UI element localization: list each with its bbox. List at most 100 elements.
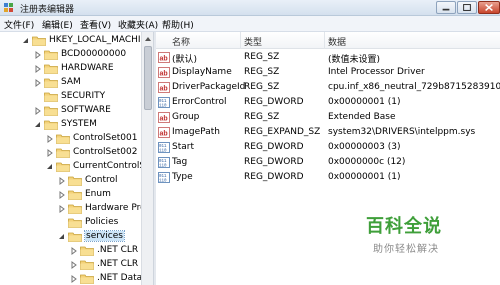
binary-value-icon: 011110 [158, 142, 170, 153]
tree-node-label: .NET CLR Da [97, 245, 141, 255]
folder-icon [44, 120, 58, 130]
folder-icon [68, 232, 82, 242]
string-value-icon: ab [158, 67, 170, 78]
tree-node-label: CurrentControlSet [73, 161, 141, 171]
value-type: REG_SZ [244, 82, 280, 92]
value-row[interactable]: 011 110 Tag REG_DWORD 0x0000000c (12) [156, 156, 500, 170]
tree-node-label: SECURITY [61, 91, 106, 101]
collapsed-arrow-icon[interactable] [58, 177, 66, 185]
collapsed-arrow-icon[interactable] [58, 205, 66, 213]
minimize-button[interactable] [436, 1, 456, 14]
string-value-icon: ab [158, 82, 170, 93]
menu-bar: 文件(F) 编辑(E) 查看(V) 收藏夹(A) 帮助(H) [0, 16, 500, 32]
watermark-subtitle: 助你轻松解决 [373, 244, 439, 255]
close-button[interactable] [478, 1, 500, 14]
collapsed-arrow-icon[interactable] [70, 247, 78, 255]
minimize-icon [442, 8, 450, 11]
list-header: 名称 类型 数据 [156, 32, 500, 49]
value-data: 0x00000001 (1) [328, 172, 401, 182]
value-row[interactable]: 011 110 Start REG_DWORD 0x00000003 (3) [156, 141, 500, 155]
svg-text:ab: ab [160, 56, 168, 63]
value-type: REG_DWORD [244, 142, 304, 152]
scroll-up-icon[interactable] [143, 34, 153, 44]
expanded-arrow-icon[interactable] [46, 163, 54, 171]
value-data: 0x0000000c (12) [328, 157, 406, 167]
folder-icon [32, 36, 46, 46]
menu-view[interactable]: 查看(V) [80, 18, 111, 31]
tree-node-label: Enum [85, 189, 111, 199]
value-row[interactable]: ab Group REG_SZ Extended Base [156, 111, 500, 125]
collapsed-arrow-icon[interactable] [46, 149, 54, 157]
tree-node-label: SAM [61, 77, 81, 87]
column-divider[interactable] [240, 32, 241, 49]
collapsed-arrow-icon[interactable] [34, 51, 42, 59]
tree-node-label: .NET CLR Ne [97, 259, 141, 269]
svg-text:011: 011 [159, 175, 167, 179]
value-row[interactable]: ab DisplayName REG_SZ Intel Processor Drive… [156, 66, 500, 80]
values-list: 名称 类型 数据 ab (默认) REG_SZ (数值未设置) ab DisplayNam… [156, 32, 500, 285]
tree-scrollbar[interactable] [141, 32, 153, 285]
value-name: (默认) [172, 55, 198, 65]
tree-node-label: HKEY_LOCAL_MACHINE [49, 35, 141, 45]
collapsed-arrow-icon[interactable] [46, 135, 54, 143]
collapsed-arrow-icon[interactable] [70, 261, 78, 269]
folder-icon [80, 274, 94, 284]
svg-text:ab: ab [160, 86, 168, 93]
menu-favorites[interactable]: 收藏夹(A) [118, 18, 158, 31]
folder-icon [44, 64, 58, 74]
collapsed-arrow-icon[interactable] [58, 191, 66, 199]
folder-icon [68, 176, 82, 186]
folder-icon [44, 92, 58, 102]
value-type: REG_EXPAND_SZ [244, 127, 321, 137]
svg-text:011: 011 [159, 100, 167, 104]
value-name: DriverPackageId [172, 82, 246, 92]
folder-icon [44, 106, 58, 116]
value-row[interactable]: ab DriverPackageId REG_SZ cpu.inf_x86_neutr… [156, 81, 500, 95]
tree-node-label: ControlSet001 [73, 133, 138, 143]
folder-icon [68, 190, 82, 200]
tree-node-label: Policies [85, 217, 119, 227]
column-header-data[interactable]: 数据 [328, 35, 346, 48]
value-name: DisplayName [172, 67, 232, 77]
value-type: REG_SZ [244, 112, 280, 122]
svg-text:011: 011 [159, 160, 167, 164]
tree-node-label: SOFTWARE [61, 105, 111, 115]
expanded-arrow-icon[interactable] [58, 233, 66, 241]
column-header-type[interactable]: 类型 [244, 35, 262, 48]
tree-node-label: .NET Data Pr [97, 273, 141, 283]
title-bar: 注册表编辑器 [0, 0, 500, 16]
value-data: Intel Processor Driver [328, 67, 425, 77]
binary-value-icon: 011110 [158, 172, 170, 183]
expanded-arrow-icon[interactable] [22, 37, 30, 45]
menu-edit[interactable]: 编辑(E) [42, 18, 73, 31]
collapsed-arrow-icon[interactable] [34, 79, 42, 87]
svg-text:ab: ab [160, 131, 168, 138]
tree-node-label: SYSTEM [61, 119, 97, 129]
expanded-arrow-icon[interactable] [34, 121, 42, 129]
value-type: REG_DWORD [244, 97, 304, 107]
tree-node-label: services [84, 230, 125, 242]
value-row[interactable]: 011 110 ErrorControl REG_DWORD 0x00000001 (1… [156, 96, 500, 110]
menu-file[interactable]: 文件(F) [4, 18, 34, 31]
column-divider[interactable] [324, 32, 325, 49]
tree-node-label: HARDWARE [61, 63, 114, 73]
regedit-app-icon [4, 3, 13, 12]
value-row[interactable]: ab (默认) REG_SZ (数值未设置) [156, 51, 500, 65]
collapsed-arrow-icon[interactable] [34, 65, 42, 73]
maximize-button[interactable] [457, 1, 477, 14]
collapsed-arrow-icon[interactable] [70, 275, 78, 283]
column-header-name[interactable]: 名称 [172, 35, 190, 48]
string-value-icon: ab [158, 127, 170, 138]
value-data: cpu.inf_x86_neutral_729b871528391032 [328, 82, 500, 92]
value-name: Group [172, 112, 200, 122]
menu-help[interactable]: 帮助(H) [162, 18, 194, 31]
folder-icon [80, 246, 94, 256]
value-row[interactable]: ab ImagePath REG_EXPAND_SZ system32\DRIVERS… [156, 126, 500, 140]
string-value-icon: ab [158, 112, 170, 123]
value-row[interactable]: 011 110 Type REG_DWORD 0x00000001 (1) [156, 171, 500, 185]
collapsed-arrow-icon[interactable] [34, 107, 42, 115]
value-data: system32\DRIVERS\intelppm.sys [328, 127, 476, 137]
scrollbar-thumb[interactable] [144, 46, 152, 110]
value-type: REG_SZ [244, 67, 280, 77]
svg-text:ab: ab [160, 71, 168, 78]
